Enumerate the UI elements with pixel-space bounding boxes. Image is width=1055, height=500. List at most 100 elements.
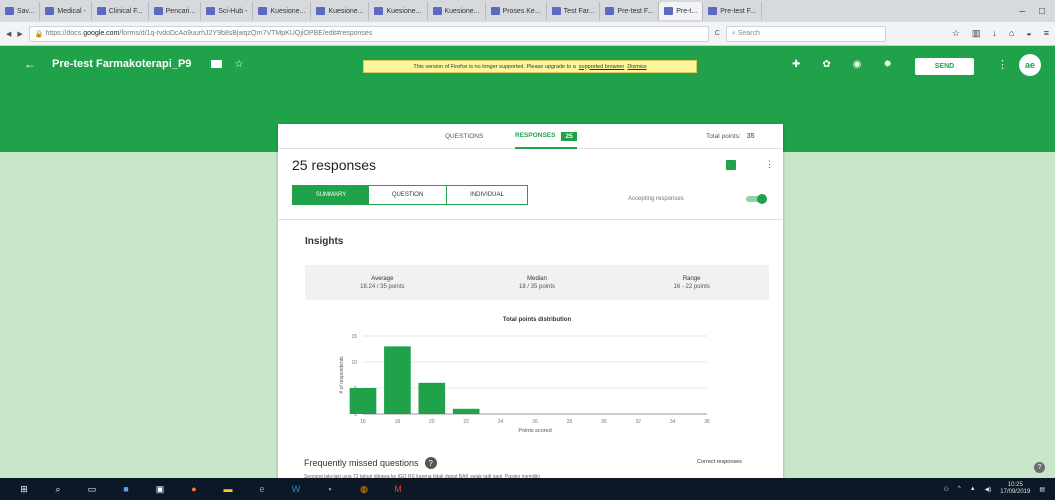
total-points: Total points: 35 bbox=[706, 133, 754, 140]
tab-questions[interactable]: QUESTIONS bbox=[445, 133, 483, 140]
url-prefix: https://docs. bbox=[45, 30, 84, 37]
download-icon[interactable]: ↓ bbox=[992, 28, 997, 39]
file-explorer-icon[interactable]: ▬ bbox=[218, 482, 238, 496]
help-icon[interactable]: ? bbox=[424, 457, 437, 469]
people-icon[interactable]: ⚇ bbox=[944, 486, 949, 493]
home-icon[interactable]: ⌂ bbox=[1009, 28, 1014, 39]
divider bbox=[278, 219, 783, 220]
url-path: /forms/d/1q-tvdoDcAo9uurhJ2Y9b8sBjwqzQrn… bbox=[119, 30, 373, 37]
help-fab-icon[interactable]: ? bbox=[1034, 462, 1045, 473]
stat-average: Average 18.24 / 35 points bbox=[305, 265, 460, 300]
summary-button[interactable]: SUMMARY bbox=[293, 186, 369, 204]
browser-tab[interactable]: Pre-test F... bbox=[600, 2, 660, 20]
unsupported-browser-notice: This version of Firefox is no longer sup… bbox=[363, 60, 697, 73]
browser-tab[interactable]: Kuesione... bbox=[311, 2, 370, 20]
task-view-icon[interactable]: ▭ bbox=[82, 482, 102, 496]
browser-tab-label: Pencari... bbox=[165, 7, 196, 15]
addon-icon[interactable]: ✚ bbox=[792, 59, 800, 70]
settings-gear-icon[interactable]: ✹ bbox=[884, 59, 892, 70]
accepting-responses-toggle[interactable] bbox=[746, 194, 768, 204]
clock-date: 17/09/2019 bbox=[1000, 489, 1031, 495]
maximize-icon[interactable]: □ bbox=[1039, 6, 1045, 17]
library-icon[interactable]: ▥ bbox=[972, 28, 981, 39]
browser-tab[interactable]: Pre-test F... bbox=[703, 2, 763, 20]
avatar[interactable]: ae bbox=[1019, 54, 1041, 76]
notice-dismiss[interactable]: Dismiss bbox=[627, 64, 646, 70]
app-icon[interactable]: ■ bbox=[116, 482, 136, 496]
tab-responses[interactable]: RESPONSES 25 bbox=[515, 129, 577, 149]
browser-tab[interactable]: Clinical F... bbox=[92, 2, 149, 20]
responses-more-icon[interactable]: ⋮ bbox=[765, 159, 774, 170]
firefox-icon[interactable]: ◍ bbox=[354, 482, 374, 496]
url-field[interactable]: 🔒 https://docs. google.com/forms/d/1q-tvd… bbox=[28, 25, 709, 42]
toolbar-icons: ☆ ▥ ↓ ⌂ ◒ ≡ bbox=[952, 28, 1049, 39]
app-icon[interactable]: ▪ bbox=[320, 482, 340, 496]
browser-tab[interactable]: Kuesione... bbox=[428, 2, 486, 20]
store-icon[interactable]: ▣ bbox=[150, 482, 170, 496]
x-tick-label: 32 bbox=[635, 419, 641, 425]
bar bbox=[384, 346, 411, 414]
form-tabs: QUESTIONS RESPONSES 25 Total points: 35 bbox=[278, 124, 783, 149]
view-switcher: SUMMARY QUESTION INDIVIDUAL bbox=[292, 185, 528, 205]
tab-favicon-icon bbox=[5, 7, 14, 15]
volume-icon[interactable]: ◀) bbox=[985, 486, 992, 493]
browser-tab-label: Pre-t... bbox=[676, 7, 698, 15]
preview-eye-icon[interactable]: ◉ bbox=[853, 59, 862, 70]
question-button[interactable]: QUESTION bbox=[369, 186, 447, 204]
bookmark-star-icon[interactable]: ☆ bbox=[952, 28, 960, 39]
stat-label: Median bbox=[527, 275, 547, 282]
send-button[interactable]: SEND bbox=[915, 58, 974, 75]
back-icon[interactable]: ← bbox=[24, 57, 36, 71]
browser-tab-label: Medical - bbox=[57, 7, 86, 15]
stat-median: Median 18 / 35 points bbox=[460, 265, 615, 300]
individual-button[interactable]: INDIVIDUAL bbox=[447, 186, 527, 204]
responses-heading: 25 responses bbox=[292, 157, 377, 173]
browser-tab-label: Proses Ke... bbox=[502, 7, 541, 15]
browser-tab-label: Sci-Hub - bbox=[218, 7, 248, 15]
network-icon[interactable]: ▲ bbox=[970, 486, 976, 492]
tab-favicon-icon bbox=[432, 7, 442, 15]
search-icon[interactable]: ⌕ bbox=[48, 482, 68, 496]
word-icon[interactable]: W bbox=[286, 482, 306, 496]
search-input[interactable]: ⌕ Search bbox=[725, 25, 886, 42]
browser-tab[interactable]: Medical - bbox=[40, 2, 92, 20]
reload-icon[interactable]: C bbox=[715, 30, 720, 37]
back-arrow-icon[interactable]: ◀ bbox=[6, 30, 11, 38]
x-tick-label: 20 bbox=[429, 419, 435, 425]
minimize-icon[interactable]: – bbox=[1019, 6, 1025, 17]
browser-tab[interactable]: Sci-Hub - bbox=[201, 2, 254, 20]
points-distribution-chart: Total points distribution 05101516182022… bbox=[305, 314, 769, 442]
notice-link[interactable]: supported browser bbox=[579, 64, 625, 70]
x-tick-label: 28 bbox=[567, 419, 573, 425]
star-icon[interactable]: ☆ bbox=[234, 59, 243, 70]
browser-tab[interactable]: Kuesione... bbox=[253, 2, 312, 20]
browser-tab[interactable]: Pre-t... bbox=[659, 2, 704, 20]
windows-start-icon[interactable]: ⊞ bbox=[14, 482, 34, 496]
navigation-bar: ◀ ▶ 🔒 https://docs. google.com/forms/d/1q… bbox=[0, 22, 1055, 46]
total-points-label: Total points: bbox=[706, 133, 741, 140]
browser-tab[interactable]: Pencari... bbox=[149, 2, 202, 20]
more-options-icon[interactable]: ⋮ bbox=[997, 58, 1008, 71]
menu-icon[interactable]: ≡ bbox=[1044, 28, 1049, 39]
tray-arrow-icon[interactable]: ^ bbox=[958, 486, 961, 492]
browser-tab[interactable]: Sav... bbox=[0, 2, 41, 20]
browser-icon[interactable]: e bbox=[252, 482, 272, 496]
pocket-icon[interactable]: ◒ bbox=[1026, 28, 1031, 39]
forward-arrow-icon[interactable]: ▶ bbox=[17, 30, 22, 38]
browser-tab-label: Clinical F... bbox=[108, 7, 143, 15]
app-icon[interactable]: M bbox=[388, 482, 408, 496]
app-icon[interactable]: ● bbox=[184, 482, 204, 496]
spreadsheet-icon[interactable] bbox=[726, 160, 736, 170]
browser-tab[interactable]: Test Far... bbox=[547, 2, 601, 20]
palette-icon[interactable]: ✿ bbox=[822, 59, 830, 70]
form-title[interactable]: Pre-test Farmakoterapi_P9 bbox=[52, 58, 191, 70]
notifications-icon[interactable]: ▤ bbox=[1039, 486, 1045, 493]
browser-tab[interactable]: Proses Ke... bbox=[486, 2, 547, 20]
folder-icon[interactable] bbox=[211, 60, 223, 68]
browser-tab[interactable]: Kuesione... bbox=[369, 2, 428, 20]
tab-responses-label: RESPONSES bbox=[515, 132, 556, 139]
window-controls: – □ bbox=[1009, 6, 1055, 17]
clock[interactable]: 10:25 17/09/2019 bbox=[1000, 482, 1030, 496]
os-taskbar: ⊞ ⌕ ▭ ■ ▣ ● ▬ e W ▪ ◍ M ⚇ ^ ▲ ◀) 10:25 17… bbox=[0, 478, 1055, 500]
accepting-responses-label: Accepting responses bbox=[628, 196, 684, 202]
